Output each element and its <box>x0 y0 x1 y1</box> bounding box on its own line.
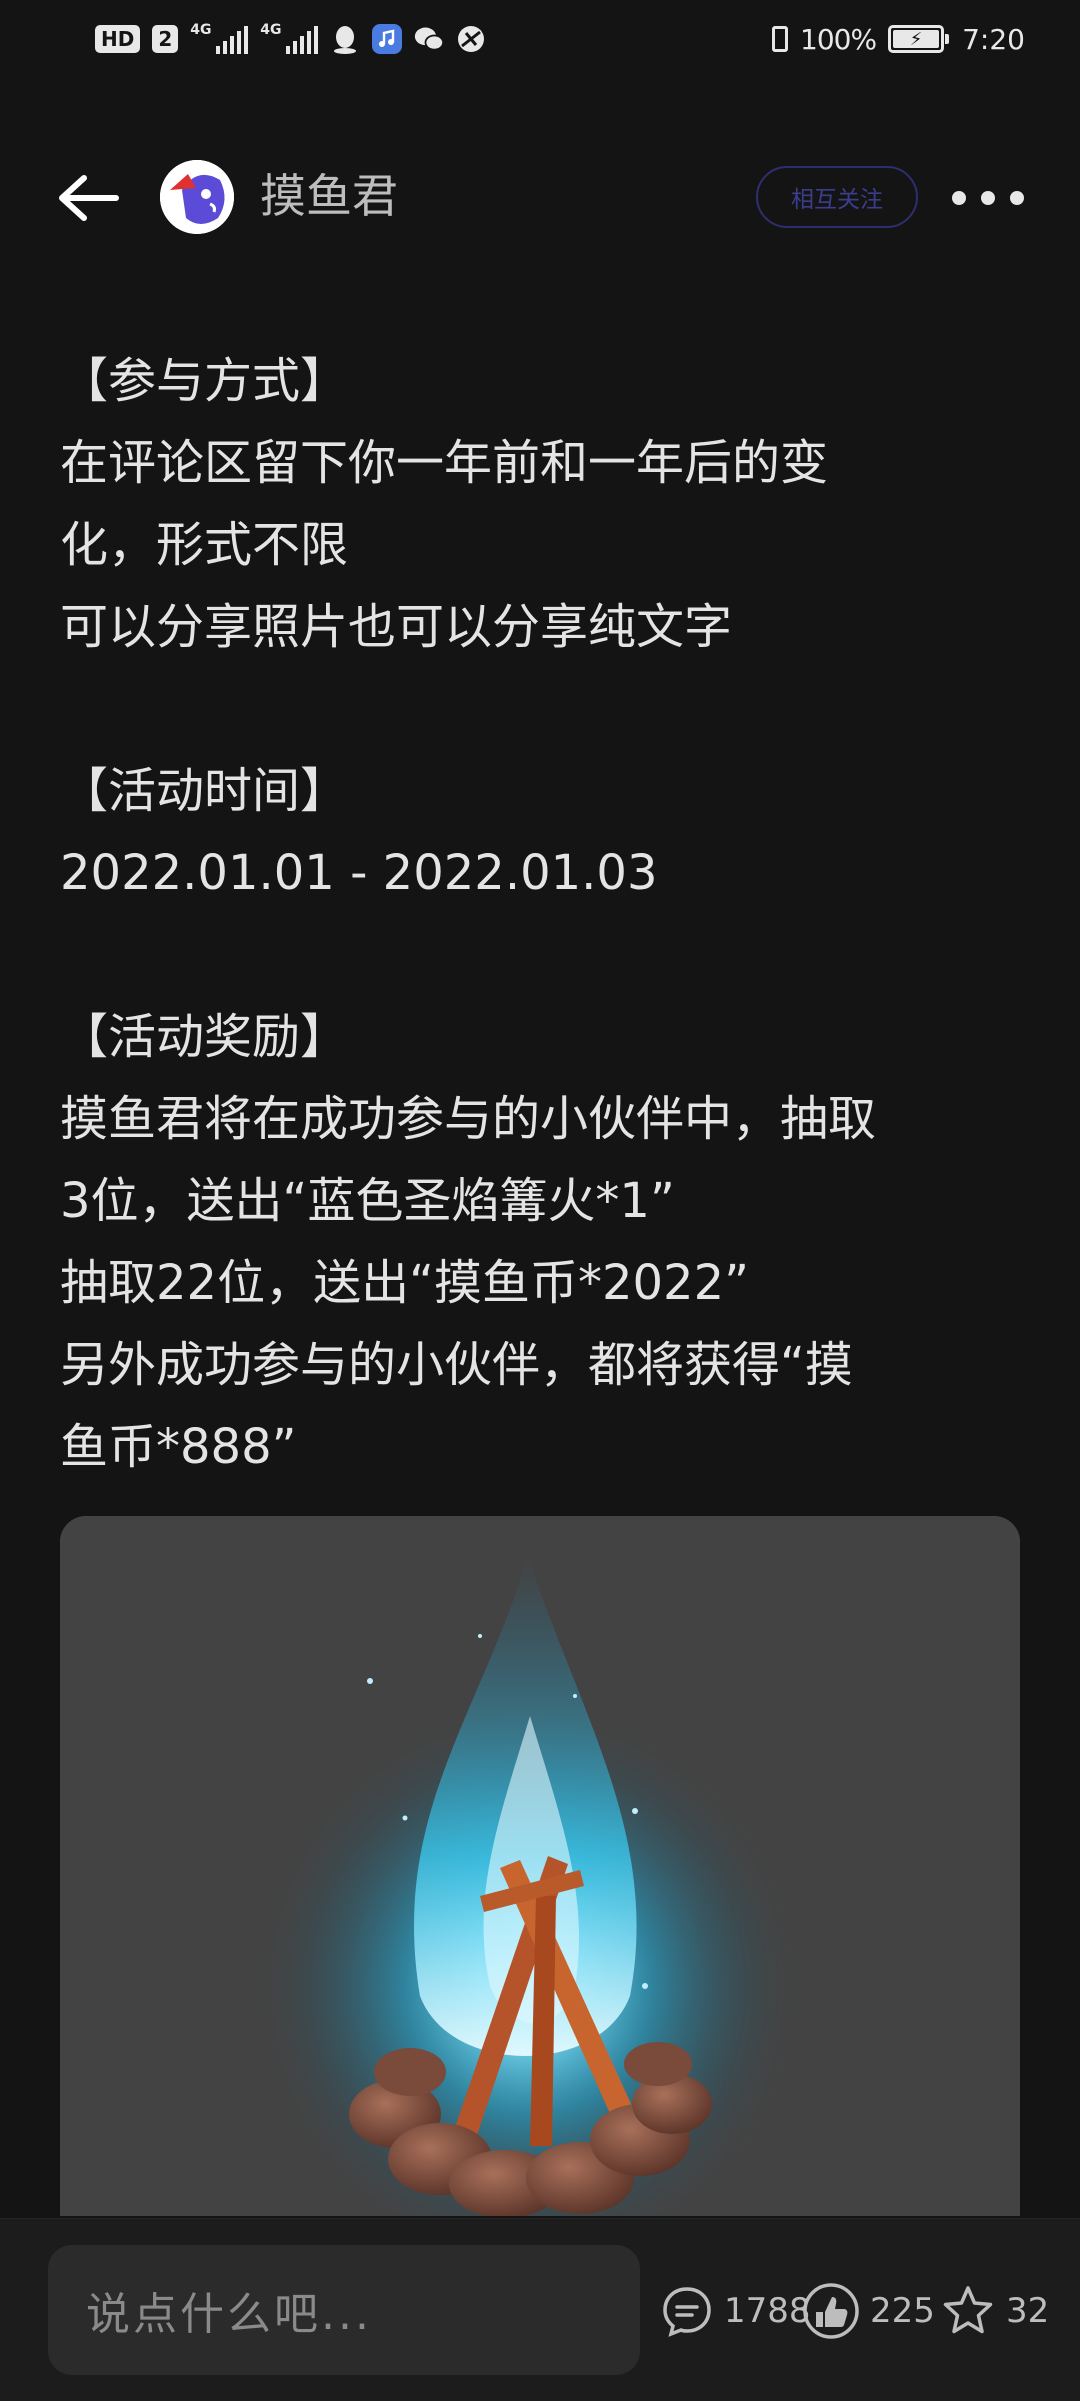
time-section: 【活动时间】 2022.01.01 - 2022.01.03 <box>60 750 1020 914</box>
section-line: 3位，送出“蓝色圣焰篝火*1” <box>60 1173 675 1229</box>
comment-count: 1788 <box>724 2291 811 2331</box>
battery-charging-icon: ⚡ <box>888 25 950 53</box>
favorite-button[interactable]: 32 <box>940 2281 1049 2341</box>
signal-type-label: 4G <box>190 22 212 38</box>
author-name[interactable]: 摸鱼君 <box>260 166 398 226</box>
like-count: 225 <box>870 2291 935 2331</box>
follow-button[interactable]: 相互关注 <box>756 166 918 228</box>
section-line: 可以分享照片也可以分享纯文字 <box>60 599 733 655</box>
participation-section: 【参与方式】 在评论区留下你一年前和一年后的变 化，形式不限 可以分享照片也可以… <box>60 340 1020 668</box>
sim-badge: 2 <box>152 25 179 53</box>
section-line: 2022.01.01 - 2022.01.03 <box>60 845 658 901</box>
status-bar: HD 2 4G 4G 100% ⚡ 7:20 <box>0 0 1080 78</box>
back-button[interactable] <box>52 170 124 226</box>
section-heading: 【参与方式】 <box>60 353 349 409</box>
campfire-illustration <box>60 1516 1020 2216</box>
section-heading: 【活动时间】 <box>60 763 349 819</box>
qq-icon <box>330 24 360 54</box>
author-avatar[interactable] <box>160 160 234 234</box>
section-line: 在评论区留下你一年前和一年后的变 <box>60 435 829 491</box>
post-content: 【参与方式】 在评论区留下你一年前和一年后的变 化，形式不限 可以分享照片也可以… <box>60 340 1020 1570</box>
battery-percent: 100% <box>800 22 877 56</box>
clock: 7:20 <box>962 22 1025 56</box>
favorite-count: 32 <box>1006 2291 1050 2331</box>
wechat-icon <box>414 24 445 54</box>
more-dot-icon <box>952 191 966 205</box>
star-icon <box>943 2286 993 2334</box>
signal-strength-icon: 4G <box>190 22 249 54</box>
blue-campfire-image[interactable] <box>60 1516 1020 2216</box>
post-header: 摸鱼君 相互关注 <box>0 140 1080 252</box>
status-right: 100% ⚡ 7:20 <box>772 23 1025 56</box>
browser-icon <box>456 24 486 54</box>
reward-section: 【活动奖励】 摸鱼君将在成功参与的小伙伴中，抽取 3位，送出“蓝色圣焰篝火*1”… <box>60 996 1020 1488</box>
back-arrow-icon <box>59 175 119 221</box>
thumbs-up-icon <box>803 2283 859 2339</box>
section-line: 摸鱼君将在成功参与的小伙伴中，抽取 <box>60 1091 877 1147</box>
hd-badge: HD <box>95 25 141 53</box>
signal-strength-icon-2: 4G <box>260 22 319 54</box>
more-options-button[interactable] <box>952 176 1024 220</box>
section-line: 另外成功参与的小伙伴，都将获得“摸 <box>60 1337 853 1393</box>
like-button[interactable]: 225 <box>802 2281 935 2341</box>
more-dot-icon <box>981 191 995 205</box>
bottom-action-bar: 说点什么吧... 1788 225 32 <box>0 2218 1080 2401</box>
status-left: HD 2 4G 4G <box>95 22 486 54</box>
comment-icon <box>663 2287 711 2337</box>
comments-button[interactable]: 1788 <box>660 2281 811 2341</box>
music-icon <box>372 24 403 54</box>
comment-input[interactable]: 说点什么吧... <box>48 2245 640 2375</box>
vibrate-icon <box>772 26 789 52</box>
more-dot-icon <box>1010 191 1024 205</box>
signal-type-label-2: 4G <box>260 22 282 38</box>
section-line: 抽取22位，送出“摸鱼币*2022” <box>60 1255 749 1311</box>
section-line: 化，形式不限 <box>60 517 349 573</box>
section-heading: 【活动奖励】 <box>60 1009 349 1065</box>
section-line: 鱼币*888” <box>60 1419 297 1475</box>
